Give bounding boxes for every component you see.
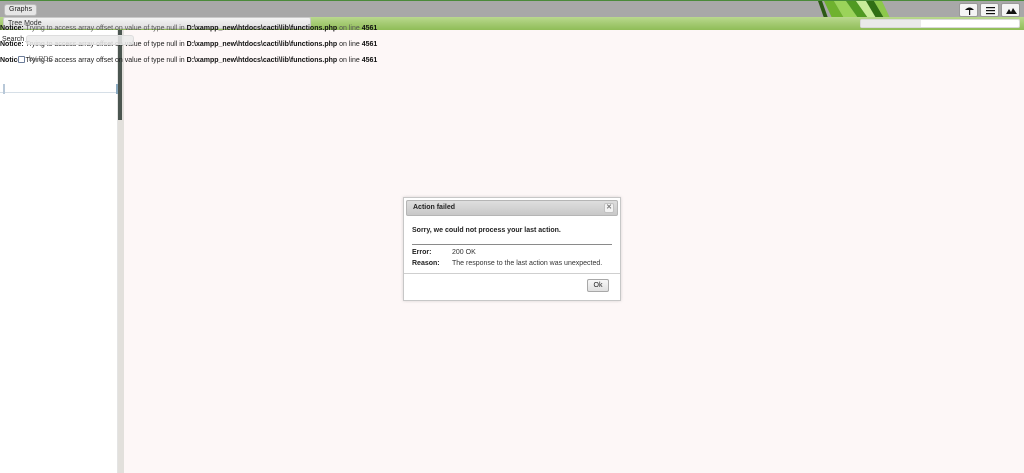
notice-suffix: on line: [337, 25, 362, 32]
notice-suffix: on line: [337, 41, 362, 48]
search-label: Search: [2, 36, 25, 43]
php-notice: Notice: Trying to access array offset on…: [0, 56, 377, 65]
top-nav-bar: Graphs: [0, 0, 1024, 18]
reason-value: The response to the last action was unex…: [452, 260, 603, 267]
error-label: Error:: [412, 249, 432, 256]
list-view-button[interactable]: [980, 3, 999, 17]
php-notice: Notice: Trying to access array offset on…: [0, 24, 377, 33]
reason-label: Reason:: [412, 260, 440, 267]
tree-view-button[interactable]: [959, 3, 978, 17]
action-failed-dialog: Action failed ✕ Sorry, we could not proc…: [403, 197, 621, 301]
dialog-message: Sorry, we could not process your last ac…: [412, 227, 561, 234]
rdc-checkbox[interactable]: [18, 56, 25, 63]
notice-line: 4561: [361, 25, 378, 32]
logo-leaf-art: [814, 1, 894, 18]
filter-input[interactable]: [860, 19, 1020, 28]
notice-path: D:\xampp_new\htdocs\cacti\lib\functions.…: [186, 57, 338, 64]
filter-input-fill: [861, 20, 921, 27]
search-input[interactable]: [26, 35, 134, 45]
dialog-title: Action failed: [413, 204, 456, 211]
notice-suffix: on line: [337, 57, 362, 64]
notice-path: D:\xampp_new\htdocs\cacti\lib\functions.…: [186, 25, 338, 32]
preview-view-button[interactable]: [1001, 3, 1020, 17]
notice-line: 4561: [361, 57, 378, 64]
close-icon[interactable]: ✕: [604, 203, 614, 213]
dialog-titlebar[interactable]: Action failed ✕: [406, 200, 618, 216]
tab-graphs[interactable]: Graphs: [4, 4, 37, 16]
tree-sidebar: [0, 30, 118, 473]
ok-button[interactable]: Ok: [587, 279, 609, 292]
notice-line: 4561: [361, 41, 378, 48]
error-value: 200 OK: [452, 249, 476, 256]
dialog-footer-separator: [404, 273, 620, 274]
sidebar-handle-left[interactable]: [3, 84, 5, 94]
sidebar-divider: [0, 92, 118, 93]
notice-text: Trying to access array offset on value o…: [23, 25, 187, 32]
notice-path: D:\xampp_new\htdocs\cacti\lib\functions.…: [186, 41, 338, 48]
notice-prefix: Notice:: [0, 25, 24, 32]
dialog-separator: [412, 244, 612, 245]
rdc-checkbox-label: by RDC: [29, 56, 54, 63]
